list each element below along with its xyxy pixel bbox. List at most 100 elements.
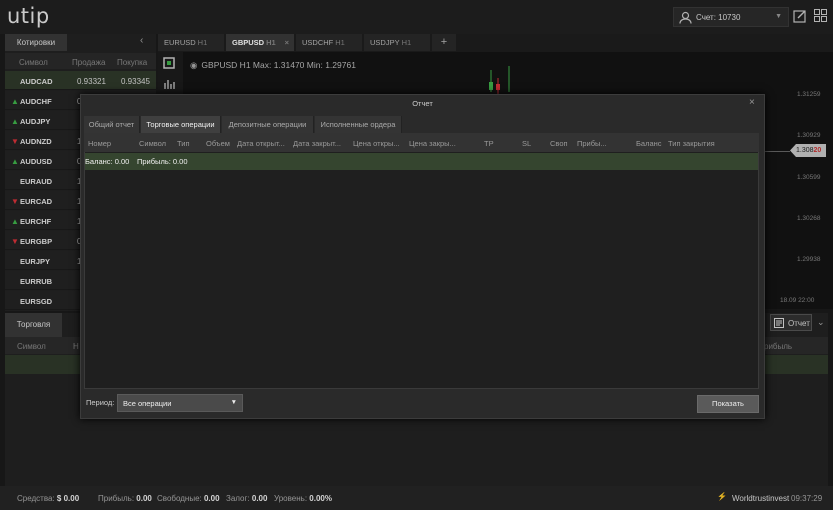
close-icon[interactable]: × bbox=[749, 97, 755, 108]
arrow-up-icon: ▲ bbox=[11, 117, 19, 126]
report-button[interactable]: Отчет bbox=[770, 314, 812, 331]
tab-timeframe: H1 bbox=[266, 38, 276, 47]
period-select[interactable]: Все операции ▼ bbox=[117, 394, 243, 412]
summary-row: Баланс: 0.00 Прибыль: 0.00 bbox=[85, 153, 758, 170]
balance-summary: Баланс: 0.00 bbox=[85, 157, 130, 166]
chevron-down-icon: ▼ bbox=[230, 399, 237, 406]
dialog-title: Отчет bbox=[412, 99, 433, 108]
level-value: 0.00% bbox=[309, 494, 332, 503]
tab-trade-operations[interactable]: Торговые операции bbox=[141, 116, 221, 133]
arrow-up-icon: ▲ bbox=[11, 217, 19, 226]
show-button[interactable]: Показать bbox=[697, 395, 759, 413]
quote-symbol: EURSGD bbox=[20, 297, 53, 306]
col-tp[interactable]: TP bbox=[484, 139, 494, 148]
tab-chart-eurusd[interactable]: EURUSD H1 bbox=[158, 34, 224, 51]
layout-grid-icon[interactable] bbox=[814, 9, 827, 22]
account-label: Счет: 10730 bbox=[696, 13, 741, 22]
quotes-col-ask[interactable]: Покупка bbox=[117, 58, 147, 67]
square-icon[interactable] bbox=[163, 57, 175, 69]
col-close-type[interactable]: Тип закрытия bbox=[668, 139, 715, 148]
col-close-date[interactable]: Дата закрыт... bbox=[293, 139, 341, 148]
quote-symbol: EURJPY bbox=[20, 257, 51, 266]
eye-icon[interactable]: ◉ bbox=[190, 60, 197, 70]
tab-general-report[interactable]: Общий отчет bbox=[84, 116, 140, 133]
col-close-price[interactable]: Цена закры... bbox=[409, 139, 456, 148]
edit-icon[interactable] bbox=[793, 9, 807, 23]
quote-symbol: AUDJPY bbox=[20, 117, 51, 126]
col-symbol[interactable]: Символ bbox=[139, 139, 166, 148]
price-level: 1.29938 bbox=[797, 256, 821, 263]
quote-symbol: EURAUD bbox=[20, 177, 53, 186]
tab-trading[interactable]: Торговля bbox=[5, 313, 62, 337]
arrow-down-icon: ▼ bbox=[11, 237, 19, 246]
tab-timeframe: H1 bbox=[401, 38, 412, 47]
trading-col-symbol[interactable]: Символ bbox=[17, 342, 46, 351]
tab-timeframe: H1 bbox=[197, 38, 208, 47]
quote-symbol: AUDUSD bbox=[20, 157, 53, 166]
quote-symbol: EURGBP bbox=[20, 237, 53, 246]
trading-col-profit[interactable]: рибыль bbox=[764, 342, 792, 351]
tab-symbol: EURUSD bbox=[164, 38, 196, 47]
quote-ask: 0.93345 bbox=[121, 77, 150, 86]
arrow-up-icon: ▲ bbox=[11, 97, 19, 106]
add-chart-button[interactable]: + bbox=[432, 34, 456, 51]
profit-label: Прибыль: bbox=[98, 494, 135, 503]
period-label: Период: bbox=[86, 398, 115, 407]
col-open-date[interactable]: Дата открыт... bbox=[237, 139, 285, 148]
tab-symbol: USDJPY bbox=[370, 38, 400, 47]
margin-label: Залог: bbox=[226, 494, 250, 503]
free-value: 0.00 bbox=[203, 494, 220, 503]
col-sl[interactable]: SL bbox=[522, 139, 531, 148]
tab-executed-orders[interactable]: Исполненные ордера bbox=[315, 116, 402, 133]
tab-symbol: USDCHF bbox=[302, 38, 334, 47]
indicators-icon[interactable] bbox=[163, 78, 175, 90]
col-type[interactable]: Тип bbox=[177, 139, 190, 148]
col-open-price[interactable]: Цена откры... bbox=[353, 139, 400, 148]
price-level: 1.31259 bbox=[797, 91, 821, 98]
broker-name: Worldtrustinvest bbox=[732, 494, 790, 503]
quote-symbol: AUDNZD bbox=[20, 137, 52, 146]
candles-icon bbox=[489, 66, 510, 94]
quote-symbol: EURCAD bbox=[20, 197, 53, 206]
chevron-down-icon[interactable]: ⌄ bbox=[817, 317, 825, 328]
operations-table bbox=[84, 133, 759, 389]
current-price-tag: 1.30820 bbox=[790, 144, 826, 157]
price-level: 1.30929 bbox=[797, 132, 821, 139]
tab-chart-gbpusd[interactable]: GBPUSD H1 × bbox=[226, 34, 294, 51]
col-number[interactable]: Номер bbox=[88, 139, 111, 148]
tab-deposit-operations[interactable]: Депозитные операции bbox=[222, 116, 314, 133]
tab-quotes[interactable]: Котировки bbox=[5, 34, 67, 51]
arrow-up-icon: ▲ bbox=[11, 157, 19, 166]
col-swap[interactable]: Своп bbox=[550, 139, 568, 148]
col-profit[interactable]: Прибы... bbox=[577, 139, 607, 148]
quotes-col-symbol[interactable]: Символ bbox=[19, 58, 48, 67]
chevron-left-icon[interactable]: ‹ bbox=[140, 35, 143, 46]
level-label: Уровень: bbox=[274, 494, 308, 503]
report-button-label: Отчет bbox=[788, 319, 810, 328]
tab-symbol: GBPUSD bbox=[232, 38, 265, 47]
close-icon[interactable]: × bbox=[285, 34, 289, 51]
report-icon bbox=[774, 318, 784, 328]
quotes-header: Символ Продажа Покупка bbox=[5, 53, 156, 69]
quote-row-audcad[interactable]: AUDCAD 0.93321 0.93345 bbox=[5, 71, 156, 90]
period-value: Все операции bbox=[123, 399, 172, 408]
quote-symbol: AUDCHF bbox=[20, 97, 52, 106]
quote-symbol: EURCHF bbox=[20, 217, 52, 226]
operations-table-header: Номер Символ Тип Объем Дата открыт... Да… bbox=[84, 133, 759, 152]
col-balance[interactable]: Баланс bbox=[636, 139, 662, 148]
arrow-down-icon: ▼ bbox=[11, 197, 19, 206]
connection-icon: ⚡ bbox=[717, 492, 727, 501]
quote-bid: 0.93321 bbox=[77, 77, 106, 86]
col-volume[interactable]: Объем bbox=[206, 139, 230, 148]
chevron-down-icon: ▼ bbox=[775, 13, 782, 20]
trading-col-number[interactable]: Н bbox=[73, 342, 79, 351]
time-label: 18.09 22:00 bbox=[780, 297, 815, 304]
user-icon bbox=[679, 11, 692, 24]
tab-chart-usdchf[interactable]: USDCHF H1 bbox=[296, 34, 362, 51]
price-main: 1.308 bbox=[796, 147, 814, 154]
price-highlight: 20 bbox=[813, 147, 822, 154]
tab-chart-usdjpy[interactable]: USDJPY H1 bbox=[364, 34, 430, 51]
quotes-col-bid[interactable]: Продажа bbox=[72, 58, 105, 67]
account-selector[interactable]: Счет: 10730 ▼ bbox=[673, 7, 789, 27]
arrow-down-icon: ▼ bbox=[11, 137, 19, 146]
